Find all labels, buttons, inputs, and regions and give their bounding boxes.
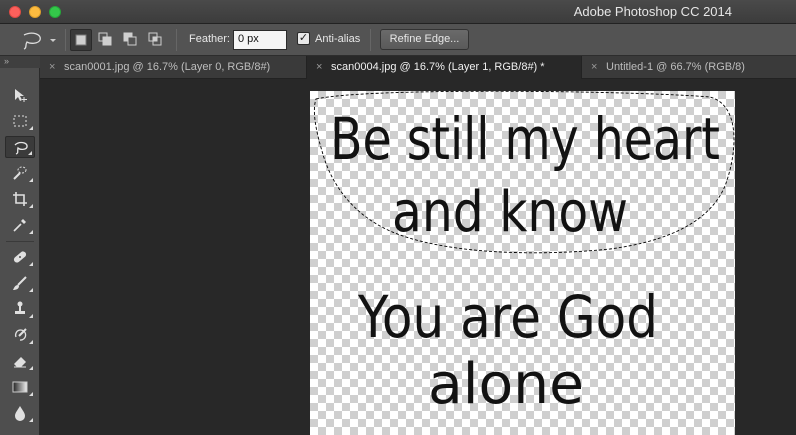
tool-flyout-indicator (29, 314, 33, 318)
tool-flyout-indicator (29, 392, 33, 396)
document-canvas[interactable]: Be still my heart and know You are God a… (310, 91, 735, 435)
tool-flyout-indicator (29, 262, 33, 266)
gradient-tool[interactable] (5, 376, 35, 398)
subtract-from-selection-button[interactable] (120, 29, 142, 51)
minimize-window-button[interactable] (29, 6, 41, 18)
toolbox-divider (6, 241, 34, 242)
blur-drop-icon (15, 406, 25, 421)
tool-flyout-indicator (29, 178, 33, 182)
document-tab-untitled-1[interactable]: × Untitled-1 @ 66.7% (RGB/8) (582, 56, 796, 79)
close-window-button[interactable] (9, 6, 21, 18)
app-title: Adobe Photoshop CC 2014 (573, 4, 732, 19)
options-divider (176, 29, 177, 51)
tool-flyout-indicator (29, 230, 33, 234)
brush-tool[interactable] (5, 272, 35, 294)
tool-flyout-indicator (28, 151, 32, 155)
quick-selection-icon (13, 166, 27, 180)
crop-icon (13, 192, 27, 206)
document-tab-scan0001[interactable]: × scan0001.jpg @ 16.7% (Layer 0, RGB/8#) (40, 56, 306, 79)
tab-label: scan0001.jpg @ 16.7% (Layer 0, RGB/8#) (64, 61, 271, 73)
bandage-icon (13, 251, 27, 263)
refine-edge-button[interactable]: Refine Edge... (380, 29, 469, 50)
close-tab-icon[interactable]: × (316, 56, 322, 78)
tool-flyout-indicator (29, 418, 33, 422)
handwriting-line-1: Be still my heart (330, 105, 720, 173)
toolbox-collapse-grip[interactable]: » (0, 56, 40, 68)
tool-preset-picker[interactable] (16, 29, 62, 51)
brush-icon (13, 276, 27, 290)
intersect-selection-button[interactable] (145, 29, 167, 51)
handwriting-line-2: and know (392, 180, 628, 245)
move-icon (15, 89, 27, 102)
add-to-selection-button[interactable] (95, 29, 117, 51)
tab-label: scan0004.jpg @ 16.7% (Layer 1, RGB/8#) * (331, 61, 545, 73)
history-brush-tool[interactable] (5, 324, 35, 346)
healing-brush-tool[interactable] (5, 246, 35, 268)
title-bar: Adobe Photoshop CC 2014 (0, 0, 796, 24)
close-tab-icon[interactable]: × (49, 56, 55, 78)
handwriting-line-3: You are God (357, 283, 658, 351)
eraser-icon (14, 357, 26, 368)
tool-flyout-indicator (29, 366, 33, 370)
tool-flyout-indicator (29, 126, 33, 130)
options-bar: Feather: 0 px ✓ Anti-alias Refine Edge..… (0, 24, 796, 56)
options-divider (65, 29, 66, 51)
anti-alias-label: Anti-alias (315, 33, 361, 45)
new-selection-button[interactable] (70, 29, 92, 51)
lasso-icon (14, 141, 28, 155)
new-selection-icon (75, 34, 87, 46)
artwork-layer[interactable]: Be still my heart and know You are God a… (310, 91, 735, 435)
close-tab-icon[interactable]: × (591, 56, 597, 78)
lasso-icon (23, 32, 56, 50)
anti-alias-checkbox[interactable]: ✓ (297, 32, 310, 45)
eyedropper-tool[interactable] (5, 214, 35, 236)
quick-selection-tool[interactable] (5, 162, 35, 184)
tool-flyout-indicator (29, 204, 33, 208)
rectangular-marquee-icon (13, 115, 27, 127)
tool-flyout-indicator (29, 340, 33, 344)
eraser-tool[interactable] (5, 350, 35, 372)
options-divider (370, 29, 371, 51)
lasso-tool[interactable] (5, 136, 35, 158)
clone-stamp-tool[interactable] (5, 298, 35, 320)
crop-tool[interactable] (5, 188, 35, 210)
document-tab-strip: × scan0001.jpg @ 16.7% (Layer 0, RGB/8#)… (40, 56, 796, 79)
handwriting-line-4: alone (428, 352, 584, 417)
feather-input[interactable]: 0 px (233, 30, 287, 50)
gradient-icon (12, 381, 28, 393)
tool-flyout-indicator (29, 288, 33, 292)
zoom-window-button[interactable] (49, 6, 61, 18)
subtract-selection-icon (123, 32, 137, 46)
marquee-tool[interactable] (5, 110, 35, 132)
move-tool[interactable] (5, 84, 35, 106)
intersect-selection-icon (148, 32, 162, 46)
add-selection-icon (98, 32, 112, 46)
blur-tool[interactable] (5, 402, 35, 424)
eyedropper-icon (13, 219, 26, 232)
stamp-icon (15, 301, 25, 314)
toolbox: » (0, 56, 40, 435)
checkmark-icon: ✓ (298, 32, 309, 44)
history-brush-icon (14, 328, 27, 341)
feather-label: Feather: (189, 33, 230, 45)
document-tab-scan0004[interactable]: × scan0004.jpg @ 16.7% (Layer 1, RGB/8#)… (307, 56, 581, 79)
canvas-area[interactable]: Be still my heart and know You are God a… (40, 79, 796, 435)
tab-label: Untitled-1 @ 66.7% (RGB/8) (606, 61, 745, 73)
